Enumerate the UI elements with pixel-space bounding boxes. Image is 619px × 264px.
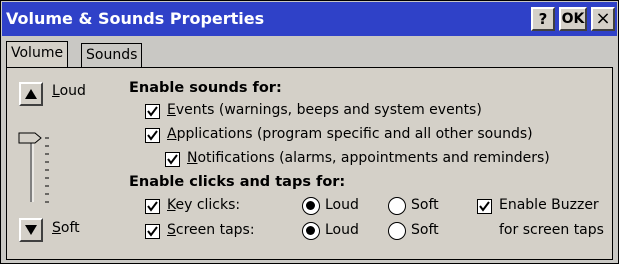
buzzer-label-line2: for screen taps bbox=[499, 222, 604, 238]
notifications-label[interactable]: Notifications (alarms, appointments and … bbox=[187, 150, 550, 166]
window-title: Volume & Sounds Properties bbox=[6, 9, 265, 28]
events-label[interactable]: Events (warnings, beeps and system event… bbox=[167, 102, 482, 118]
volume-up-button[interactable] bbox=[19, 82, 43, 106]
screen-taps-label[interactable]: Screen taps: bbox=[167, 222, 255, 238]
buzzer-checkbox[interactable] bbox=[477, 199, 492, 214]
check-icon bbox=[147, 226, 158, 237]
properties-window: Volume & Sounds Properties ? OK × Volume… bbox=[0, 0, 619, 264]
check-icon bbox=[147, 106, 158, 117]
slider-thumb bbox=[18, 132, 42, 144]
check-icon bbox=[479, 201, 490, 212]
sounds-heading: Enable sounds for: bbox=[129, 80, 282, 96]
key-clicks-loud-label[interactable]: Loud bbox=[325, 197, 359, 213]
triangle-up-icon bbox=[25, 89, 37, 99]
applications-checkbox[interactable] bbox=[145, 128, 160, 143]
key-clicks-checkbox[interactable] bbox=[145, 199, 160, 214]
screen-taps-loud-label[interactable]: Loud bbox=[325, 222, 359, 238]
close-button[interactable]: × bbox=[591, 7, 615, 31]
loud-label: Loud bbox=[52, 83, 86, 99]
screen-taps-soft-label[interactable]: Soft bbox=[411, 222, 439, 238]
check-icon bbox=[167, 154, 178, 165]
key-clicks-label[interactable]: Key clicks: bbox=[167, 197, 240, 213]
notifications-checkbox[interactable] bbox=[165, 152, 180, 167]
screen-taps-checkbox[interactable] bbox=[145, 224, 160, 239]
help-button[interactable]: ? bbox=[531, 7, 555, 31]
radio-dot bbox=[306, 201, 315, 210]
check-icon bbox=[147, 130, 158, 141]
triangle-down-icon bbox=[25, 225, 37, 235]
check-icon bbox=[147, 201, 158, 212]
volume-panel: Loud Soft Enable sounds for: Events (war… bbox=[6, 67, 613, 260]
clicks-heading: Enable clicks and taps for: bbox=[129, 174, 346, 190]
key-clicks-soft-radio[interactable] bbox=[388, 197, 406, 215]
volume-slider[interactable] bbox=[17, 126, 57, 226]
applications-label[interactable]: Applications (program specific and all o… bbox=[167, 126, 533, 142]
screen-taps-soft-radio[interactable] bbox=[388, 222, 406, 240]
tab-sounds[interactable]: Sounds bbox=[81, 43, 143, 67]
key-clicks-loud-radio[interactable] bbox=[302, 197, 320, 215]
key-clicks-soft-label[interactable]: Soft bbox=[411, 197, 439, 213]
events-checkbox[interactable] bbox=[145, 104, 160, 119]
title-bar: Volume & Sounds Properties ? OK × bbox=[2, 2, 617, 36]
buzzer-label[interactable]: Enable Buzzer bbox=[499, 197, 599, 213]
ok-button[interactable]: OK bbox=[559, 7, 587, 31]
screen-taps-loud-radio[interactable] bbox=[302, 222, 320, 240]
tab-volume[interactable]: Volume bbox=[6, 41, 69, 67]
volume-down-button[interactable] bbox=[19, 218, 43, 242]
radio-dot bbox=[306, 226, 315, 235]
soft-label: Soft bbox=[52, 220, 80, 236]
